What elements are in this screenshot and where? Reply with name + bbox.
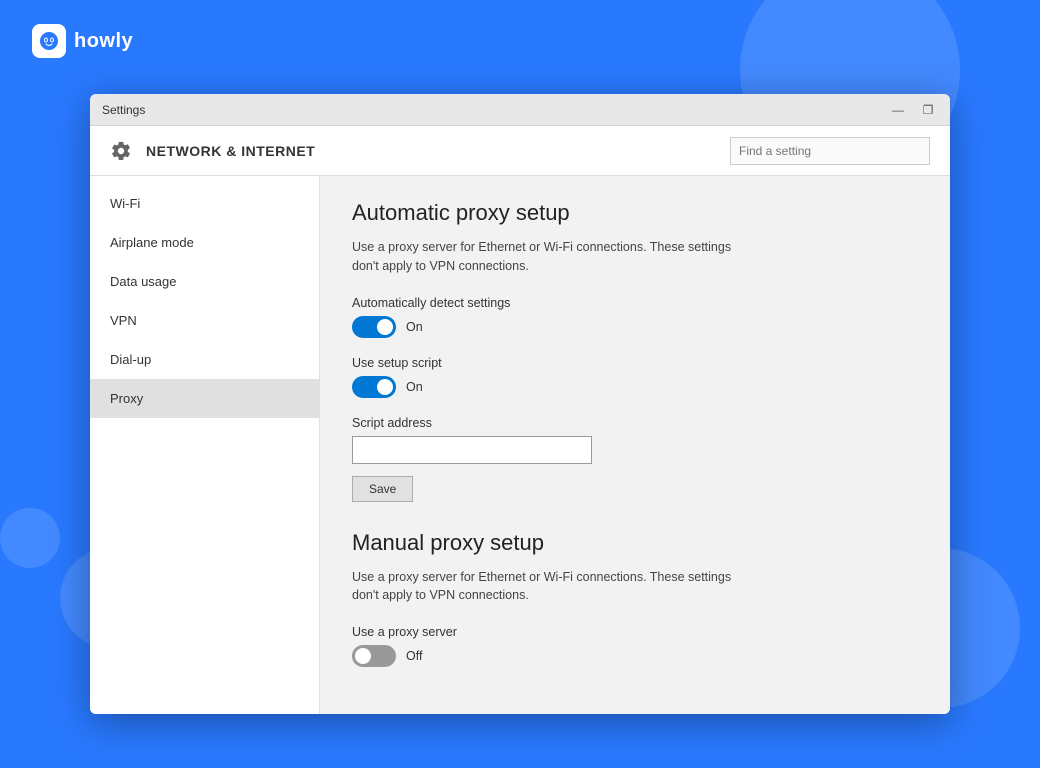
auto-detect-toggle-track xyxy=(352,316,396,338)
auto-proxy-title: Automatic proxy setup xyxy=(352,200,918,226)
minimize-button[interactable]: — xyxy=(884,100,912,120)
auto-detect-toggle[interactable] xyxy=(352,316,396,338)
howly-logo: howly xyxy=(32,24,133,58)
script-address-label: Script address xyxy=(352,416,918,430)
sidebar-item-vpn[interactable]: VPN xyxy=(90,301,319,340)
use-script-toggle[interactable] xyxy=(352,376,396,398)
settings-window: Settings — ❐ NETWORK & INTERNET Wi-Fi Ai… xyxy=(90,94,950,714)
auto-detect-toggle-row: On xyxy=(352,316,918,338)
header-bar: NETWORK & INTERNET xyxy=(90,126,950,176)
howly-brand-text: howly xyxy=(74,30,133,53)
use-script-toggle-track xyxy=(352,376,396,398)
sidebar-item-wifi[interactable]: Wi-Fi xyxy=(90,184,319,223)
settings-body: Wi-Fi Airplane mode Data usage VPN Dial-… xyxy=(90,176,950,714)
window-controls: — ❐ xyxy=(884,100,942,120)
title-bar: Settings — ❐ xyxy=(90,94,950,126)
howly-icon-svg xyxy=(39,31,59,51)
maximize-button[interactable]: ❐ xyxy=(914,100,942,120)
use-proxy-label: Use a proxy server xyxy=(352,625,918,639)
gear-icon xyxy=(110,140,132,162)
howly-icon xyxy=(32,24,66,58)
use-proxy-toggle[interactable] xyxy=(352,645,396,667)
main-content: Automatic proxy setup Use a proxy server… xyxy=(320,176,950,714)
use-proxy-toggle-row: Off xyxy=(352,645,918,667)
sidebar-item-proxy[interactable]: Proxy xyxy=(90,379,319,418)
sidebar: Wi-Fi Airplane mode Data usage VPN Dial-… xyxy=(90,176,320,714)
auto-detect-state-label: On xyxy=(406,320,423,334)
search-box[interactable] xyxy=(730,137,930,165)
bg-decoration-4 xyxy=(0,508,60,568)
use-script-label: Use setup script xyxy=(352,356,918,370)
script-address-input[interactable] xyxy=(352,436,592,464)
manual-proxy-title: Manual proxy setup xyxy=(352,530,918,556)
use-script-state-label: On xyxy=(406,380,423,394)
sidebar-item-dial-up[interactable]: Dial-up xyxy=(90,340,319,379)
page-header-title: NETWORK & INTERNET xyxy=(146,143,716,159)
sidebar-item-airplane-mode[interactable]: Airplane mode xyxy=(90,223,319,262)
auto-proxy-description: Use a proxy server for Ethernet or Wi-Fi… xyxy=(352,238,752,276)
save-button[interactable]: Save xyxy=(352,476,413,502)
search-input[interactable] xyxy=(739,144,921,158)
use-proxy-toggle-track xyxy=(352,645,396,667)
use-proxy-toggle-thumb xyxy=(355,648,371,664)
sidebar-item-data-usage[interactable]: Data usage xyxy=(90,262,319,301)
auto-detect-label: Automatically detect settings xyxy=(352,296,918,310)
use-script-toggle-row: On xyxy=(352,376,918,398)
window-title: Settings xyxy=(98,103,884,117)
manual-proxy-description: Use a proxy server for Ethernet or Wi-Fi… xyxy=(352,568,752,606)
use-proxy-state-label: Off xyxy=(406,649,422,663)
auto-detect-toggle-thumb xyxy=(377,319,393,335)
use-script-toggle-thumb xyxy=(377,379,393,395)
